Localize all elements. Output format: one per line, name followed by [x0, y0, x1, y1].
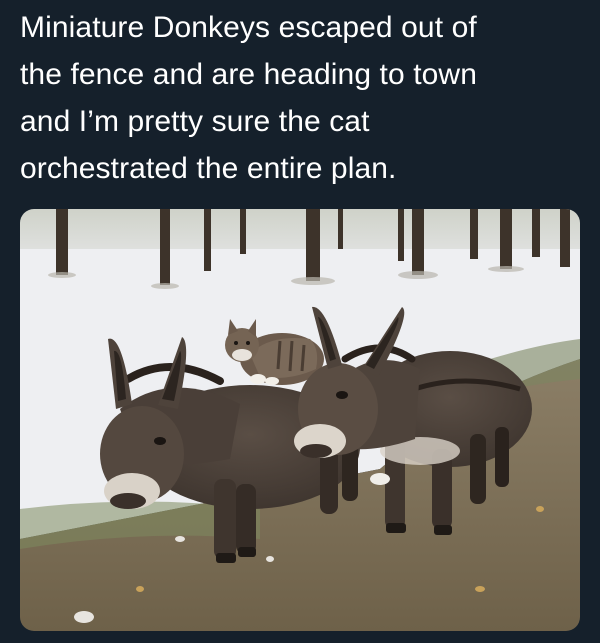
post-text-line: the fence and are heading to town: [20, 58, 477, 91]
post-photo[interactable]: [20, 209, 580, 631]
post-text-line: and I’m pretty sure the cat: [20, 105, 370, 138]
post-text: Miniature Donkeys escaped out of the fen…: [20, 4, 586, 192]
post-text-line: orchestrated the entire plan.: [20, 152, 397, 185]
photo-illustration: [20, 209, 580, 631]
post-text-line: Miniature Donkeys escaped out of: [20, 11, 477, 44]
